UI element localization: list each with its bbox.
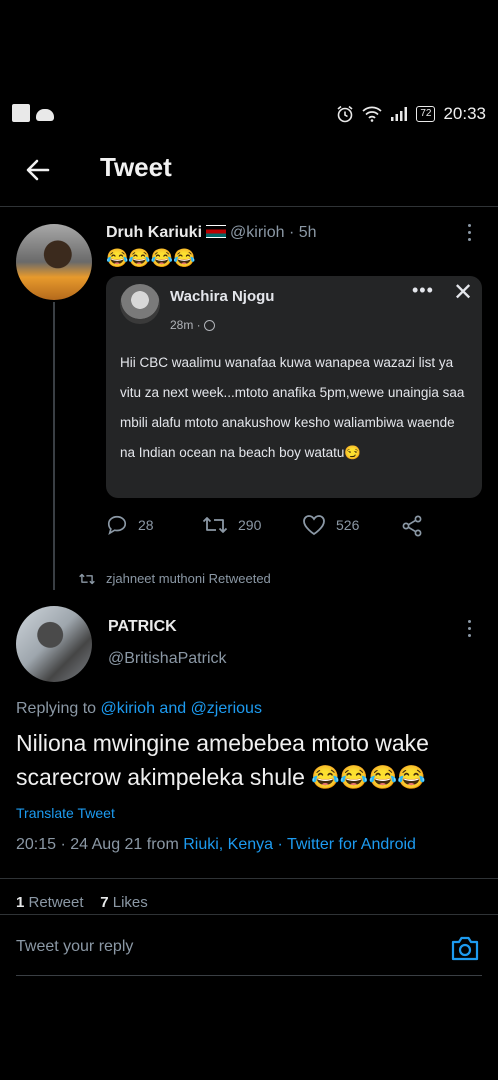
share-icon	[402, 515, 422, 537]
retweeted-by-label[interactable]: zjahneet muthoni Retweeted	[106, 571, 271, 586]
stats-top-divider	[0, 878, 498, 879]
header-divider	[0, 206, 498, 207]
status-bar-right: 72 20:33	[336, 104, 486, 124]
main-author-handle[interactable]: @BritishaPatrick	[108, 650, 227, 668]
avatar-patrick[interactable]	[16, 606, 92, 682]
client-link[interactable]: Twitter for Android	[287, 836, 416, 853]
page-title: Tweet	[100, 152, 172, 182]
embedded-post-author: Wachira Njogu	[170, 288, 275, 305]
main-author-name[interactable]: PATRICK	[108, 618, 177, 636]
more-horizontal-icon: •••	[412, 280, 434, 300]
wifi-icon	[362, 106, 382, 122]
likes-label: Likes	[108, 894, 148, 911]
thread-line	[53, 302, 55, 590]
alarm-icon	[337, 105, 353, 123]
retweet-icon	[202, 517, 228, 533]
stats-bottom-divider	[0, 914, 498, 915]
embedded-post-time: 28m ·	[170, 318, 201, 332]
cloud-icon	[36, 109, 54, 121]
retweet-label: Retweet	[24, 894, 84, 911]
main-tweet-text: Niliona mwingine amebebea mtoto wake sca…	[16, 730, 429, 790]
parent-tweet-header: Druh Kariuki @kirioh · 5h	[106, 224, 317, 242]
clock: 20:33	[443, 104, 486, 123]
likes-total: 7	[100, 894, 109, 911]
like-button[interactable]: 526	[302, 514, 359, 536]
embedded-post-meta: 28m ·	[170, 318, 215, 332]
camera-icon[interactable]	[450, 934, 480, 962]
reply-count: 28	[138, 517, 154, 533]
replying-users-link[interactable]: @kirioh and @zjerious	[101, 700, 262, 717]
notification-square-icon	[12, 104, 30, 122]
globe-icon	[203, 319, 215, 331]
close-icon: ✕	[453, 279, 474, 306]
retweet-count: 290	[238, 517, 262, 533]
tweet-timestamp: 20:15 · 24 Aug 21 from Riuki, Kenya · Tw…	[16, 836, 416, 854]
status-bar: 72 20:33	[0, 100, 498, 130]
reply-button[interactable]: 28	[106, 514, 154, 536]
likes-stat[interactable]: 7 Likes	[100, 894, 148, 911]
battery-icon: 72	[416, 106, 436, 122]
tweet-stats: 1 Retweet 7 Likes	[16, 894, 148, 911]
location-link[interactable]: Riuki, Kenya	[183, 836, 273, 853]
retweets-stat[interactable]: 1 Retweet	[16, 894, 84, 911]
parent-author-name[interactable]: Druh Kariuki	[106, 224, 202, 241]
arrow-left-icon[interactable]	[22, 154, 54, 186]
reply-icon	[107, 515, 127, 536]
like-count: 526	[336, 517, 360, 533]
replying-to: Replying to @kirioh and @zjerious	[16, 700, 262, 718]
share-button[interactable]	[400, 514, 424, 538]
top-app-bar: Tweet	[0, 150, 498, 190]
retweeted-by-row: zjahneet muthoni Retweeted	[78, 571, 271, 586]
parent-tweet-actions: 28 290 526	[106, 514, 482, 538]
heart-icon	[303, 515, 325, 536]
parent-author-handle-time: @kirioh · 5h	[230, 224, 317, 241]
status-bar-left	[12, 104, 54, 122]
more-vertical-icon[interactable]	[466, 224, 472, 244]
replying-prefix: Replying to	[16, 700, 101, 717]
embedded-facebook-post[interactable]: Wachira Njogu 28m · ••• ✕ Hii CBC waalim…	[106, 276, 482, 498]
kenya-flag-icon	[206, 225, 227, 238]
signal-icon	[391, 107, 408, 121]
embedded-post-text: Hii CBC waalimu wanafaa kuwa wanapea waz…	[120, 355, 465, 460]
embedded-post-avatar	[120, 284, 160, 324]
timestamp-separator: ·	[273, 836, 287, 853]
translate-tweet-link[interactable]: Translate Tweet	[16, 805, 115, 821]
avatar-druh-kariuki[interactable]	[16, 224, 92, 300]
timestamp-text: 20:15 · 24 Aug 21 from	[16, 836, 184, 853]
parent-tweet-text: 😂😂😂😂	[106, 248, 196, 268]
reply-underline	[16, 975, 482, 976]
more-vertical-icon[interactable]	[466, 620, 472, 640]
retweet-button[interactable]: 290	[202, 514, 261, 536]
retweet-small-icon	[79, 573, 95, 584]
reply-input[interactable]: Tweet your reply	[16, 938, 133, 956]
